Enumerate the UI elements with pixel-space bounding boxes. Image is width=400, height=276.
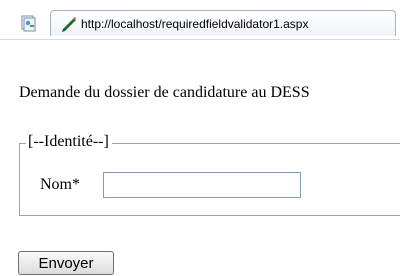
ie-favicon-icon (61, 16, 77, 32)
tab-url-text: http://localhost/requiredfieldvalidator1… (81, 16, 309, 31)
identity-legend: [--Identité--] (26, 133, 112, 151)
tab-strip-divider (0, 39, 400, 40)
submit-button[interactable]: Envoyer (18, 251, 114, 275)
nom-input[interactable] (103, 172, 301, 198)
page-heading: Demande du dossier de candidature au DES… (19, 84, 310, 101)
browser-tab-strip: http://localhost/requiredfieldvalidator1… (0, 0, 400, 40)
browser-tab[interactable]: http://localhost/requiredfieldvalidator1… (50, 10, 396, 36)
page-icon[interactable] (20, 14, 38, 32)
nom-label: Nom* (40, 176, 80, 193)
